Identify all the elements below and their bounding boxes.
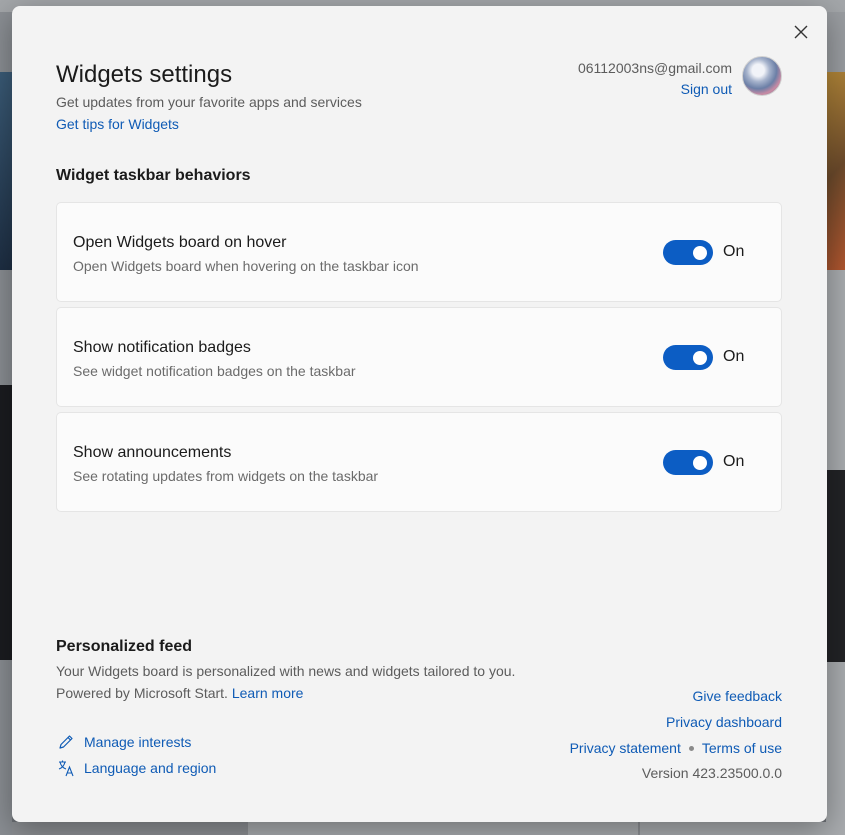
taskbar-section-title: Widget taskbar behaviors: [56, 167, 251, 184]
give-feedback-link[interactable]: Give feedback: [693, 688, 783, 704]
learn-more-link[interactable]: Learn more: [232, 685, 304, 701]
badges-toggle[interactable]: [663, 345, 713, 370]
privacy-dashboard-link[interactable]: Privacy dashboard: [666, 714, 782, 730]
page-title: Widgets settings: [56, 61, 233, 88]
toggle-knob: [693, 350, 707, 365]
setting-card-announcements: Show announcements See rotating updates …: [56, 412, 782, 512]
page-subtitle: Get updates from your favorite apps and …: [56, 94, 362, 110]
manage-interests-link[interactable]: Manage interests: [56, 733, 191, 751]
language-icon: [56, 759, 76, 777]
close-button[interactable]: [789, 20, 813, 44]
background-right-card: [826, 270, 845, 470]
privacy-dashboard-row: Privacy dashboard: [666, 714, 782, 730]
avatar[interactable]: [742, 56, 782, 96]
toggle-state-label: On: [723, 453, 745, 470]
setting-description: See rotating updates from widgets on the…: [73, 468, 379, 484]
privacy-statement-link[interactable]: Privacy statement: [570, 740, 681, 756]
setting-card-hover: Open Widgets board on hover Open Widgets…: [56, 202, 782, 302]
setting-title: Show notification badges: [73, 339, 251, 356]
setting-title: Show announcements: [73, 444, 232, 461]
hover-toggle[interactable]: [663, 240, 713, 265]
background-right-image: [826, 72, 845, 270]
feed-description: Your Widgets board is personalized with …: [56, 660, 516, 704]
setting-description: See widget notification badges on the ta…: [73, 363, 356, 379]
background-right-card: [826, 662, 845, 835]
account-email: 06112003ns@gmail.com: [577, 60, 732, 76]
feed-section-title: Personalized feed: [56, 638, 193, 655]
version-text: Version 423.23500.0.0: [641, 765, 782, 781]
pencil-icon: [56, 733, 76, 751]
language-region-link[interactable]: Language and region: [56, 759, 216, 777]
get-tips-link[interactable]: Get tips for Widgets: [56, 116, 179, 132]
background-bottom-card: [640, 822, 826, 835]
sign-out-link[interactable]: Sign out: [681, 81, 732, 97]
background-bottom-card: [248, 822, 638, 835]
give-feedback-row: Give feedback: [693, 688, 783, 704]
terms-of-use-link[interactable]: Terms of use: [702, 740, 782, 756]
manage-interests-label: Manage interests: [84, 734, 192, 750]
toggle-state-label: On: [723, 243, 745, 260]
separator-dot: [688, 745, 694, 751]
language-region-label: Language and region: [84, 760, 217, 776]
setting-description: Open Widgets board when hovering on the …: [73, 258, 419, 274]
announcements-toggle[interactable]: [663, 450, 713, 475]
account-info: 06112003ns@gmail.com Sign out: [578, 60, 732, 99]
widgets-settings-dialog: Widgets settings Get updates from your f…: [12, 6, 827, 822]
toggle-state-label: On: [723, 348, 745, 365]
setting-title: Open Widgets board on hover: [73, 234, 287, 251]
setting-card-badges: Show notification badges See widget noti…: [56, 307, 782, 407]
background-left-image: [0, 385, 12, 660]
close-icon: [794, 25, 808, 39]
background-left-image: [0, 72, 12, 270]
toggle-knob: [693, 455, 707, 470]
toggle-knob: [693, 245, 707, 260]
background-right-image: [826, 470, 845, 662]
legal-links-row: Privacy statement Terms of use: [570, 740, 782, 756]
